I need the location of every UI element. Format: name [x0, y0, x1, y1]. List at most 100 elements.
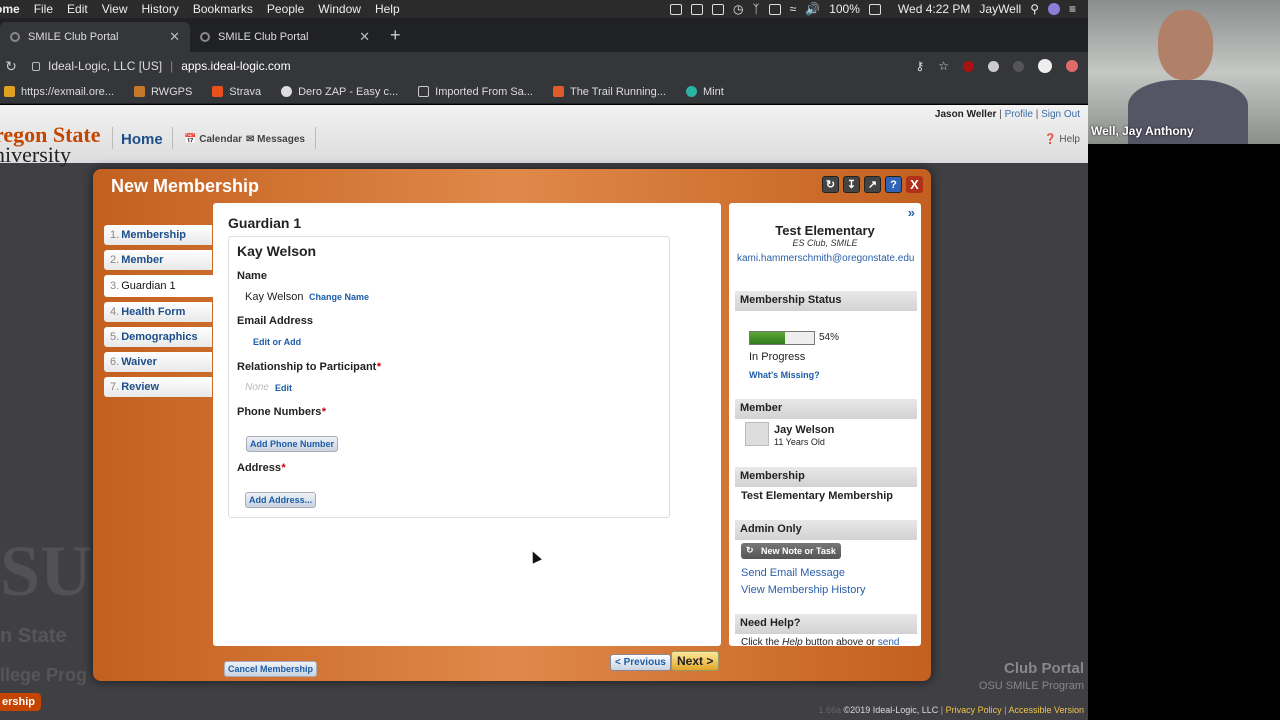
close-icon[interactable]: ✕: [359, 29, 370, 45]
menu-people[interactable]: People: [260, 2, 311, 16]
add-address-button[interactable]: Add Address...: [245, 492, 317, 508]
home-link[interactable]: Home: [121, 131, 163, 148]
notification-center-icon[interactable]: ≡: [1069, 2, 1076, 16]
extension-icon[interactable]: [1066, 60, 1078, 72]
accessible-version-link[interactable]: Accessible Version: [1008, 705, 1084, 715]
collapse-icon[interactable]: »: [908, 205, 915, 220]
menu-history[interactable]: History: [135, 2, 186, 16]
step-member[interactable]: 2. Member: [104, 250, 212, 270]
bookmark[interactable]: Dero ZAP - Easy c...: [281, 86, 398, 98]
bookmark[interactable]: The Trail Running...: [552, 86, 666, 98]
step-membership[interactable]: 1. Membership: [104, 225, 212, 245]
omnibox[interactable]: Ideal-Logic, LLC [US] | apps.ideal-logic…: [22, 55, 915, 77]
site-identity[interactable]: Ideal-Logic, LLC [US]: [48, 59, 162, 73]
ublock-icon[interactable]: [963, 60, 974, 72]
previous-button[interactable]: < Previous: [610, 654, 671, 671]
battery-percent[interactable]: 100%: [829, 2, 860, 16]
messages-link[interactable]: ✉ Messages: [246, 134, 305, 145]
add-phone-number-button[interactable]: Add Phone Number: [246, 436, 339, 452]
refresh-icon: ↻: [746, 545, 754, 555]
maximize-icon[interactable]: ↗: [864, 176, 881, 193]
menu-app[interactable]: ome: [0, 2, 27, 16]
display-icon[interactable]: [768, 3, 781, 15]
guardian-name-heading: Kay Welson: [237, 243, 317, 259]
bookmark-label: RWGPS: [150, 85, 193, 98]
whats-missing-link[interactable]: What's Missing?: [749, 370, 820, 380]
bookmark[interactable]: Strava: [212, 86, 261, 98]
bookmark[interactable]: Mint: [685, 86, 724, 98]
menu-help[interactable]: Help: [368, 2, 407, 16]
clock[interactable]: Wed 4:22 PM: [898, 2, 970, 16]
step-review[interactable]: 7. Review: [104, 377, 212, 397]
cancel-membership-button[interactable]: Cancel Membership: [224, 661, 318, 677]
new-note-label: New Note or Task: [761, 546, 836, 556]
download-icon[interactable]: ↧: [843, 176, 860, 193]
menu-view[interactable]: View: [95, 2, 135, 16]
video-background: [1088, 144, 1280, 720]
extension-icon[interactable]: [988, 60, 999, 72]
org-email-link[interactable]: kami.hammerschmith@oregonstate.edu: [737, 253, 914, 264]
send-email-message-link[interactable]: Send Email Message: [741, 567, 845, 579]
bookmark[interactable]: Imported From Sa...: [418, 86, 533, 98]
browser-tab[interactable]: SMILE Club Portal ✕: [0, 22, 190, 52]
sign-out-link[interactable]: Sign Out: [1041, 109, 1080, 120]
gear-icon: [10, 32, 20, 42]
menu-edit[interactable]: Edit: [60, 2, 95, 16]
copyright-link[interactable]: ©2019 Ideal-Logic, LLC: [844, 705, 939, 715]
extension-icon[interactable]: [1013, 60, 1024, 72]
menu-window[interactable]: Window: [311, 2, 368, 16]
step-guardian-1[interactable]: 3. Guardian 1: [104, 275, 216, 297]
background-watermark: n State: [0, 625, 67, 647]
help-link[interactable]: ❓ Help: [1044, 134, 1080, 145]
new-note-or-task-button[interactable]: ↻ New Note or Task: [741, 543, 841, 559]
next-button[interactable]: Next >: [671, 651, 720, 671]
time-machine-icon[interactable]: ◷: [733, 2, 743, 16]
edit-or-add-email-link[interactable]: Edit or Add: [253, 337, 301, 347]
wifi-icon[interactable]: ≈: [790, 2, 797, 16]
menu-file[interactable]: File: [27, 2, 60, 16]
volume-icon[interactable]: 🔊: [805, 2, 820, 16]
reload-icon[interactable]: ↻: [0, 58, 22, 75]
osu-logo[interactable]: regon State niversity: [0, 124, 101, 166]
refresh-icon[interactable]: ↻: [822, 176, 839, 193]
tab-title: SMILE Club Portal: [28, 31, 119, 43]
membership-corner-tab[interactable]: ership: [0, 693, 42, 711]
bookmark[interactable]: https://exmail.ore...: [4, 86, 114, 98]
send-link[interactable]: send: [878, 637, 900, 646]
background-watermark: SU: [0, 531, 93, 611]
new-tab-button[interactable]: +: [380, 25, 411, 52]
key-icon[interactable]: ⚷: [915, 59, 924, 73]
bookmark[interactable]: RWGPS: [133, 85, 193, 98]
close-icon[interactable]: X: [906, 176, 923, 193]
step-health-form[interactable]: 4. Health Form: [104, 302, 212, 322]
edit-relationship-link[interactable]: Edit: [275, 383, 292, 393]
org-subtitle: ES Club, SMILE: [792, 238, 858, 248]
url-text[interactable]: apps.ideal-logic.com: [181, 59, 290, 73]
star-icon[interactable]: ☆: [938, 59, 949, 73]
menu-bookmarks[interactable]: Bookmarks: [186, 2, 260, 16]
help-icon[interactable]: ?: [885, 176, 902, 193]
step-demographics[interactable]: 5. Demographics: [104, 327, 212, 347]
step-number: 2.: [110, 254, 120, 266]
spotlight-icon[interactable]: ⚲: [1030, 2, 1039, 16]
close-icon[interactable]: ✕: [169, 29, 180, 45]
browser-tab[interactable]: SMILE Club Portal ✕: [190, 22, 380, 52]
user-menu[interactable]: JayWell: [979, 2, 1021, 16]
member-age: 11 Years Old: [774, 437, 825, 447]
calendar-link[interactable]: 📅 Calendar: [184, 134, 242, 145]
change-name-link[interactable]: Change Name: [309, 292, 369, 302]
status-icon[interactable]: [711, 3, 724, 15]
profile-link[interactable]: Profile: [1005, 109, 1033, 120]
footer: 1.66a ©2019 Ideal-Logic, LLC | Privacy P…: [818, 705, 1085, 715]
step-waiver[interactable]: 6. Waiver: [104, 352, 212, 372]
member-name[interactable]: Jay Welson: [774, 424, 834, 436]
status-icon[interactable]: [669, 3, 682, 15]
bluetooth-icon[interactable]: ᛉ: [752, 2, 759, 16]
siri-icon[interactable]: [1047, 3, 1060, 15]
privacy-policy-link[interactable]: Privacy Policy: [946, 705, 1002, 715]
lock-icon[interactable]: [32, 61, 40, 71]
profile-avatar[interactable]: [1038, 59, 1052, 73]
mint-icon: [685, 86, 697, 97]
view-membership-history-link[interactable]: View Membership History: [741, 584, 866, 596]
status-icon[interactable]: [690, 3, 703, 15]
